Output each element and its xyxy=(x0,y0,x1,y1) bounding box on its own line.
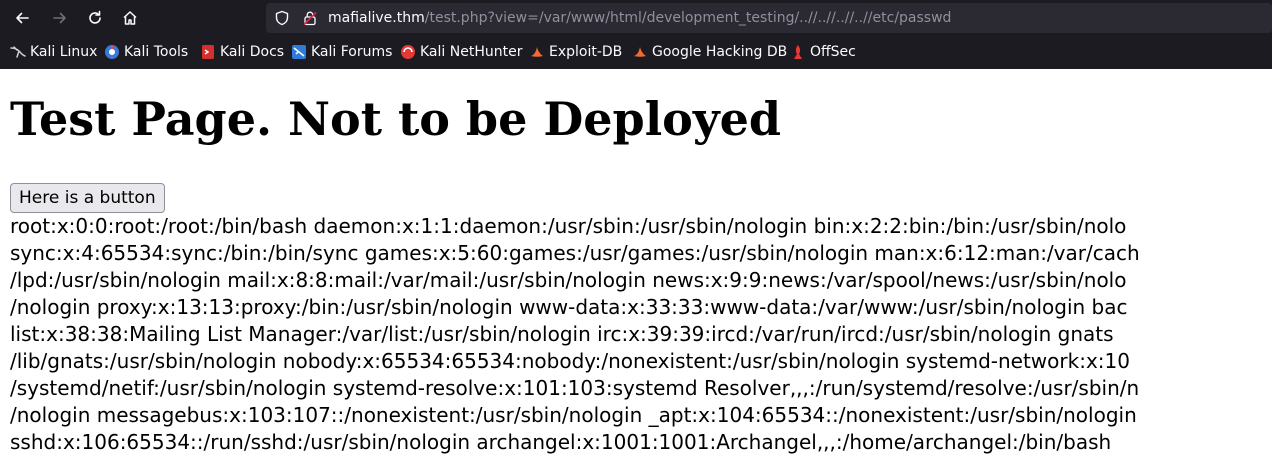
nethunter-icon xyxy=(400,44,416,60)
insecure-lock-icon[interactable] xyxy=(302,10,318,26)
passwd-line: sshd:x:106:65534::/run/sshd:/usr/sbin/no… xyxy=(10,430,1112,454)
bookmark-label: OffSec xyxy=(810,44,856,60)
bookmark-kali-forums[interactable]: Kali Forums xyxy=(291,38,392,66)
bookmark-label: Kali Forums xyxy=(311,44,393,60)
here-is-a-button[interactable]: Here is a button xyxy=(10,183,165,213)
passwd-line: /systemd/netif:/usr/sbin/nologin systemd… xyxy=(10,376,1140,400)
kali-docs-icon xyxy=(200,44,216,60)
navigation-toolbar: mafialive.thm/test.php?view=/var/www/htm… xyxy=(0,0,1272,36)
ghdb-icon xyxy=(632,44,648,60)
bookmark-kali-linux[interactable]: Kali Linux xyxy=(10,38,97,66)
url-path: /test.php?view=/var/www/html/development… xyxy=(424,10,952,26)
passwd-line: /nologin messagebus:x:103:107::/nonexist… xyxy=(10,403,1137,427)
bookmark-label: Kali NetHunter xyxy=(420,44,523,60)
back-button[interactable] xyxy=(8,4,36,32)
bookmark-google-hacking-db[interactable]: Google Hacking DB xyxy=(632,38,787,66)
forward-arrow-icon xyxy=(53,12,66,24)
bookmark-label: Kali Tools xyxy=(124,44,189,60)
page-content: Test Page. Not to be Deployed Here is a … xyxy=(0,69,1272,470)
bookmark-label: Google Hacking DB xyxy=(652,44,788,60)
url-text[interactable]: mafialive.thm/test.php?view=/var/www/htm… xyxy=(328,3,951,33)
bookmark-label: Exploit-DB xyxy=(549,44,623,60)
url-host: mafialive.thm xyxy=(328,10,425,26)
bookmark-label: Kali Docs xyxy=(220,44,285,60)
kali-tools-icon xyxy=(104,44,120,60)
bookmark-kali-docs[interactable]: Kali Docs xyxy=(200,38,284,66)
browser-chrome: mafialive.thm/test.php?view=/var/www/htm… xyxy=(0,0,1272,69)
passwd-line: list:x:38:38:Mailing List Manager:/var/l… xyxy=(10,322,1114,346)
forward-button[interactable] xyxy=(46,4,74,32)
passwd-output: root:x:0:0:root:/root:/bin/bash daemon:x… xyxy=(10,213,1272,456)
kali-dragon-icon xyxy=(10,44,26,60)
home-icon xyxy=(123,11,137,25)
passwd-line: sync:x:4:65534:sync:/bin:/bin/sync games… xyxy=(10,241,1140,265)
address-bar[interactable]: mafialive.thm/test.php?view=/var/www/htm… xyxy=(266,3,1272,33)
passwd-line: /lpd:/usr/sbin/nologin mail:x:8:8:mail:/… xyxy=(10,268,1127,292)
passwd-line: /lib/gnats:/usr/sbin/nologin nobody:x:65… xyxy=(10,349,1130,373)
home-button[interactable] xyxy=(116,4,144,32)
passwd-line: /nologin proxy:x:13:13:proxy:/bin:/usr/s… xyxy=(10,295,1128,319)
bookmark-kali-nethunter[interactable]: Kali NetHunter xyxy=(400,38,522,66)
bookmark-label: Kali Linux xyxy=(30,44,98,60)
reload-button[interactable] xyxy=(81,4,109,32)
bookmarks-toolbar: Kali Linux Kali Tools Kali Docs Kali For… xyxy=(0,38,1272,66)
passwd-line: root:x:0:0:root:/root:/bin/bash daemon:x… xyxy=(10,214,1127,238)
bookmark-kali-tools[interactable]: Kali Tools xyxy=(104,38,188,66)
back-arrow-icon xyxy=(16,12,29,24)
tracking-protection-shield-icon[interactable] xyxy=(274,10,290,26)
reload-icon xyxy=(89,10,101,24)
bookmark-offsec[interactable]: OffSec xyxy=(790,38,856,66)
kali-forums-icon xyxy=(291,44,307,60)
bookmark-exploit-db[interactable]: Exploit-DB xyxy=(529,38,622,66)
offsec-icon xyxy=(790,44,806,60)
page-title: Test Page. Not to be Deployed xyxy=(10,92,782,146)
exploit-db-icon xyxy=(529,44,545,60)
